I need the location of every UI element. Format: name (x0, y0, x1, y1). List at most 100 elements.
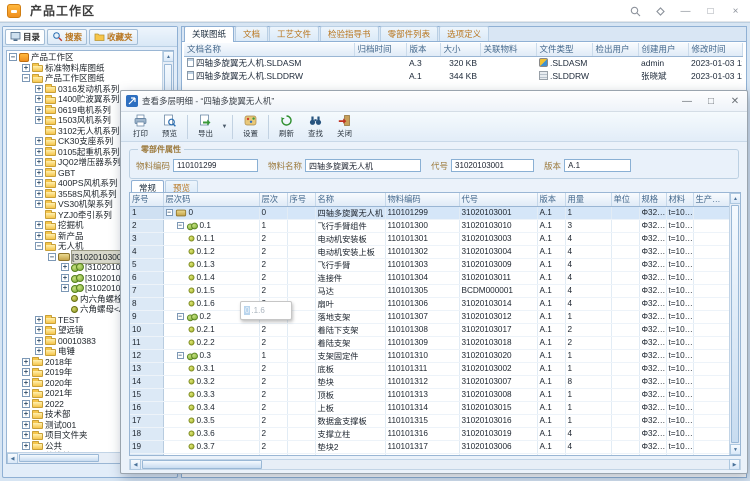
bom-row[interactable]: 130.3.12底板11010131131020103002A.11Φ32…t=… (130, 362, 729, 375)
scroll-right-icon[interactable]: ▶ (729, 459, 740, 470)
bom-row[interactable]: 200.3.82电气元件盒11010131831020103005A.11Φ32… (130, 453, 729, 455)
settings-button[interactable]: 设置 (236, 113, 265, 141)
expand-icon[interactable]: + (35, 106, 43, 114)
expand-icon[interactable]: + (35, 232, 43, 240)
doc-column-header[interactable]: 大小 (440, 43, 480, 56)
zoom-icon[interactable] (623, 0, 648, 22)
dialog-maximize-button[interactable]: □ (699, 91, 723, 112)
export-dropdown-icon[interactable]: ▼ (220, 113, 229, 141)
dialog-minimize-button[interactable]: — (675, 91, 699, 112)
doc-column-header[interactable]: 检出用户 (592, 43, 638, 56)
bom-row[interactable]: 180.3.62支撑立柱11010131631020103019A.14Φ32…… (130, 427, 729, 440)
doc-column-header[interactable]: 修改时间 (688, 43, 742, 56)
scroll-left-icon[interactable]: ◀ (130, 459, 141, 470)
doc-tab-2[interactable]: 文档 (235, 26, 268, 41)
bom-column-header[interactable]: 版本 (537, 193, 565, 206)
close-button[interactable]: × (723, 0, 748, 22)
bom-row[interactable]: 2−0.11飞行手臂组件11010130031020103010A.13Φ32…… (130, 219, 729, 232)
expand-icon[interactable]: + (35, 179, 43, 187)
bom-column-header[interactable]: 名称 (315, 193, 385, 206)
property-value[interactable]: 四轴多旋翼无人机 (305, 159, 421, 172)
dialog-close-button[interactable]: ✕ (723, 91, 747, 112)
expand-icon[interactable]: + (22, 431, 30, 439)
bom-row[interactable]: 190.3.72垫块211010131731020103006A.14Φ32…t… (130, 440, 729, 453)
scroll-left-icon[interactable]: ◀ (7, 453, 18, 464)
doc-tab-3[interactable]: 工艺文件 (269, 26, 319, 41)
doc-column-header[interactable]: 关联物料 (480, 43, 536, 56)
bom-column-header[interactable]: 单位 (611, 193, 639, 206)
bom-row[interactable]: 100.2.12着陆下支架11010130831020103017A.12Φ32… (130, 323, 729, 336)
bom-vertical-scrollbar[interactable]: ▲ ▼ (729, 193, 740, 455)
property-value[interactable]: 110101299 (173, 159, 258, 172)
cell-editor-overlay[interactable]: 0.1.6 (240, 301, 292, 320)
bom-column-header[interactable]: 材料 (666, 193, 693, 206)
scroll-up-icon[interactable]: ▲ (730, 193, 741, 204)
expand-icon[interactable]: + (35, 347, 43, 355)
expand-icon[interactable]: + (22, 64, 30, 72)
document-row[interactable]: 四轴多旋翼无人机.SLDDRWA.1344 KB.SLDDRW张晓斌2023-0… (184, 69, 742, 82)
bom-row[interactable]: 9−0.21落地支架11010130731020103012A.11Φ32…t=… (130, 310, 729, 323)
expand-icon[interactable]: + (61, 274, 69, 282)
bom-column-header[interactable]: 层次码 (163, 193, 259, 206)
bom-row[interactable]: 60.1.42连接件11010130431020103011A.14Φ32…t=… (130, 271, 729, 284)
doc-column-header[interactable]: 版本 (406, 43, 440, 56)
expand-icon[interactable]: + (35, 137, 43, 145)
expand-icon[interactable]: + (61, 284, 69, 292)
bom-column-header[interactable]: 物料编码 (385, 193, 459, 206)
expand-icon[interactable]: + (35, 169, 43, 177)
expand-icon[interactable]: + (35, 116, 43, 124)
refresh-button[interactable]: 刷新 (272, 113, 301, 141)
bom-horizontal-scrollbar[interactable]: ◀ ▶ (129, 459, 741, 470)
preview-button[interactable]: 预览 (155, 113, 184, 141)
doc-tab-6[interactable]: 选项定义 (439, 26, 489, 41)
dialog-titlebar[interactable]: 查看多层明细 - “四轴多旋翼无人机” — □ ✕ (121, 91, 747, 112)
bom-column-header[interactable]: 代号 (459, 193, 537, 206)
bom-column-header[interactable]: 规格 (639, 193, 666, 206)
doc-column-header[interactable]: 归档时间 (354, 43, 406, 56)
favorites-tab-button[interactable]: 收藏夹 (89, 29, 138, 45)
expand-icon[interactable]: + (35, 148, 43, 156)
bom-row[interactable]: 50.1.32飞行手臂11010130331020103009A.14Φ32…t… (130, 258, 729, 271)
bom-column-header[interactable]: 用量 (565, 193, 611, 206)
doc-tab-1[interactable]: 关联图纸 (184, 26, 234, 42)
doc-tab-4[interactable]: 检验指导书 (320, 26, 379, 41)
scroll-up-icon[interactable]: ▲ (163, 51, 174, 62)
expand-icon[interactable]: + (61, 263, 69, 271)
bom-row[interactable]: 1−00四轴多旋翼无人机11010129931020103001A.11Φ32…… (130, 206, 729, 219)
collapse-icon[interactable]: − (177, 313, 184, 320)
bom-column-header[interactable]: 序号 (130, 193, 163, 206)
doc-column-header[interactable]: 文档名称 (184, 43, 354, 56)
doc-tab-5[interactable]: 零部件列表 (380, 26, 439, 41)
find-button[interactable]: 查找 (301, 113, 330, 141)
expand-icon[interactable]: + (35, 316, 43, 324)
expand-icon[interactable]: + (22, 389, 30, 397)
bom-row[interactable]: 170.3.52数据盒支撑板11010131531020103016A.11Φ3… (130, 414, 729, 427)
doc-column-header[interactable]: 创建用户 (638, 43, 688, 56)
bom-row[interactable]: 160.3.42上板11010131431020103015A.11Φ32…t=… (130, 401, 729, 414)
document-row[interactable]: 四轴多旋翼无人机.SLDASMA.3320 KB.SLDASMadmin2023… (184, 56, 742, 69)
catalog-tab-button[interactable]: 目录 (5, 29, 45, 45)
bom-row[interactable]: 140.3.22垫块11010131231020103007A.18Φ32…t=… (130, 375, 729, 388)
expand-icon[interactable]: + (35, 200, 43, 208)
bom-column-header[interactable]: 层次 (259, 193, 287, 206)
rotate-icon[interactable] (648, 0, 673, 22)
collapse-icon[interactable]: − (177, 222, 184, 229)
expand-icon[interactable]: + (35, 95, 43, 103)
expand-icon[interactable]: + (22, 442, 30, 450)
close-dialog-button[interactable]: 关闭 (330, 113, 359, 141)
expand-icon[interactable]: + (35, 337, 43, 345)
bom-row[interactable]: 40.1.22电动机安装上板11010130231020103004A.14Φ3… (130, 245, 729, 258)
bom-row[interactable]: 70.1.52马达110101305BCDM000001A.14Φ32…t=10… (130, 284, 729, 297)
bom-hscroll-thumb[interactable] (142, 460, 262, 469)
expand-icon[interactable]: + (22, 368, 30, 376)
bom-column-header[interactable]: 序号 (287, 193, 315, 206)
expand-icon[interactable]: + (35, 85, 43, 93)
bom-column-header[interactable]: 生产… (693, 193, 729, 206)
bom-scroll-thumb[interactable] (731, 205, 739, 443)
search-tab-button[interactable]: 搜索 (47, 29, 87, 45)
property-value[interactable]: 31020103001 (451, 159, 534, 172)
expand-icon[interactable]: + (22, 400, 30, 408)
collapse-icon[interactable]: − (9, 53, 17, 61)
bom-row[interactable]: 80.1.62扇叶11010130631020103014A.14Φ32…t=1… (130, 297, 729, 310)
property-value[interactable]: A.1 (564, 159, 631, 172)
